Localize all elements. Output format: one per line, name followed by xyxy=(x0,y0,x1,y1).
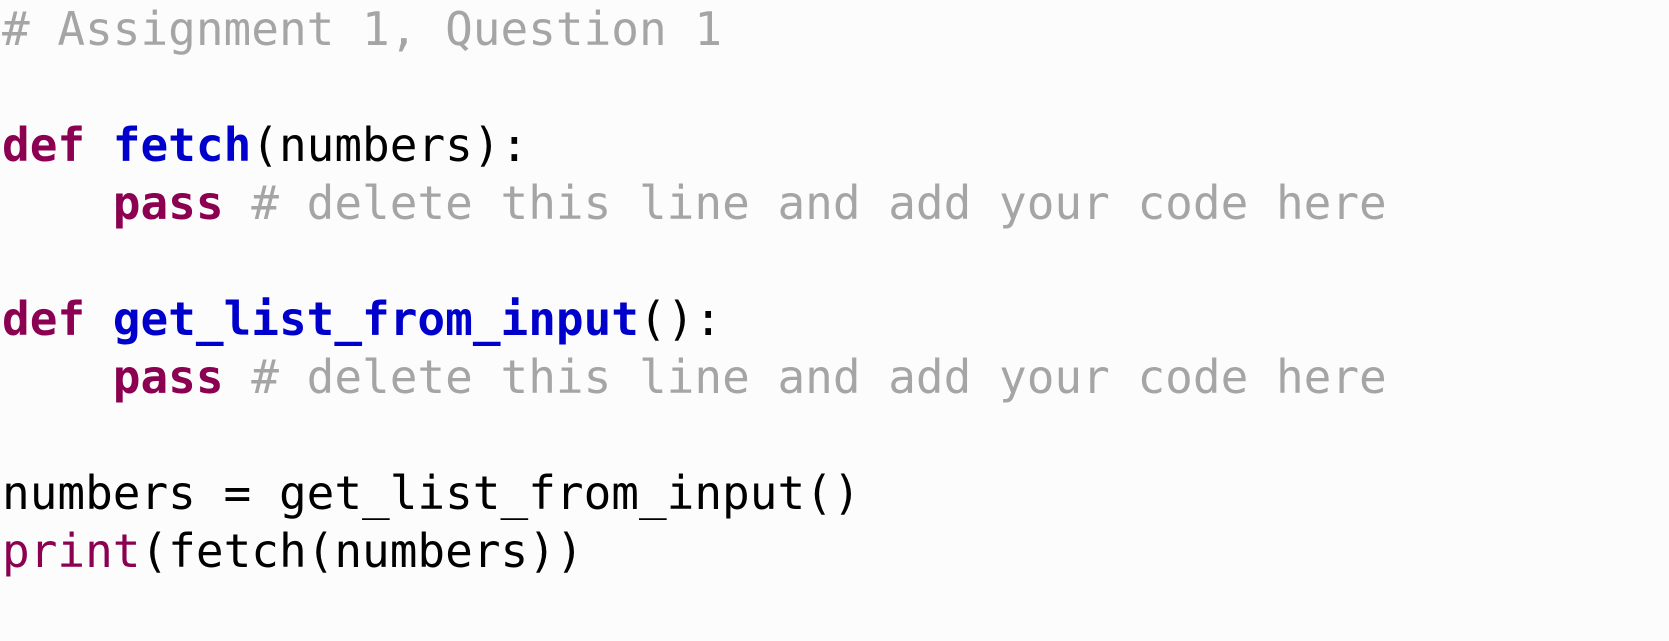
code-line-blank[interactable] xyxy=(0,58,1669,116)
code-token-keyword: def xyxy=(2,118,86,172)
code-token-builtin: print xyxy=(2,524,141,578)
code-line-blank[interactable] xyxy=(0,232,1669,290)
code-token-funcname: get_list_from_input xyxy=(112,292,639,346)
code-token-plain: (fetch(numbers)) xyxy=(140,524,584,578)
code-token-comment: # Assignment 1, Question 1 xyxy=(2,2,723,56)
code-line[interactable]: pass # delete this line and add your cod… xyxy=(0,174,1669,232)
code-token-keyword: pass xyxy=(112,176,224,230)
code-token-keyword: pass xyxy=(112,350,224,404)
code-token-plain: (numbers): xyxy=(251,118,529,172)
code-line[interactable]: pass # delete this line and add your cod… xyxy=(0,348,1669,406)
code-block[interactable]: # Assignment 1, Question 1 def fetch(num… xyxy=(0,0,1669,641)
code-token-keyword: def xyxy=(2,292,86,346)
code-token-funcname: fetch xyxy=(112,118,252,172)
code-line[interactable]: def get_list_from_input(): xyxy=(0,290,1669,348)
code-token-comment: # delete this line and add your code her… xyxy=(251,350,1387,404)
code-line[interactable]: def fetch(numbers): xyxy=(0,116,1669,174)
code-token-comment: # delete this line and add your code her… xyxy=(251,176,1387,230)
code-line[interactable]: print(fetch(numbers)) xyxy=(0,522,1669,580)
code-line-blank[interactable] xyxy=(0,406,1669,464)
code-line[interactable]: # Assignment 1, Question 1 xyxy=(0,0,1669,58)
code-token-plain: numbers = get_list_from_input() xyxy=(2,466,861,520)
code-line[interactable]: numbers = get_list_from_input() xyxy=(0,464,1669,522)
code-token-plain: (): xyxy=(639,292,723,346)
